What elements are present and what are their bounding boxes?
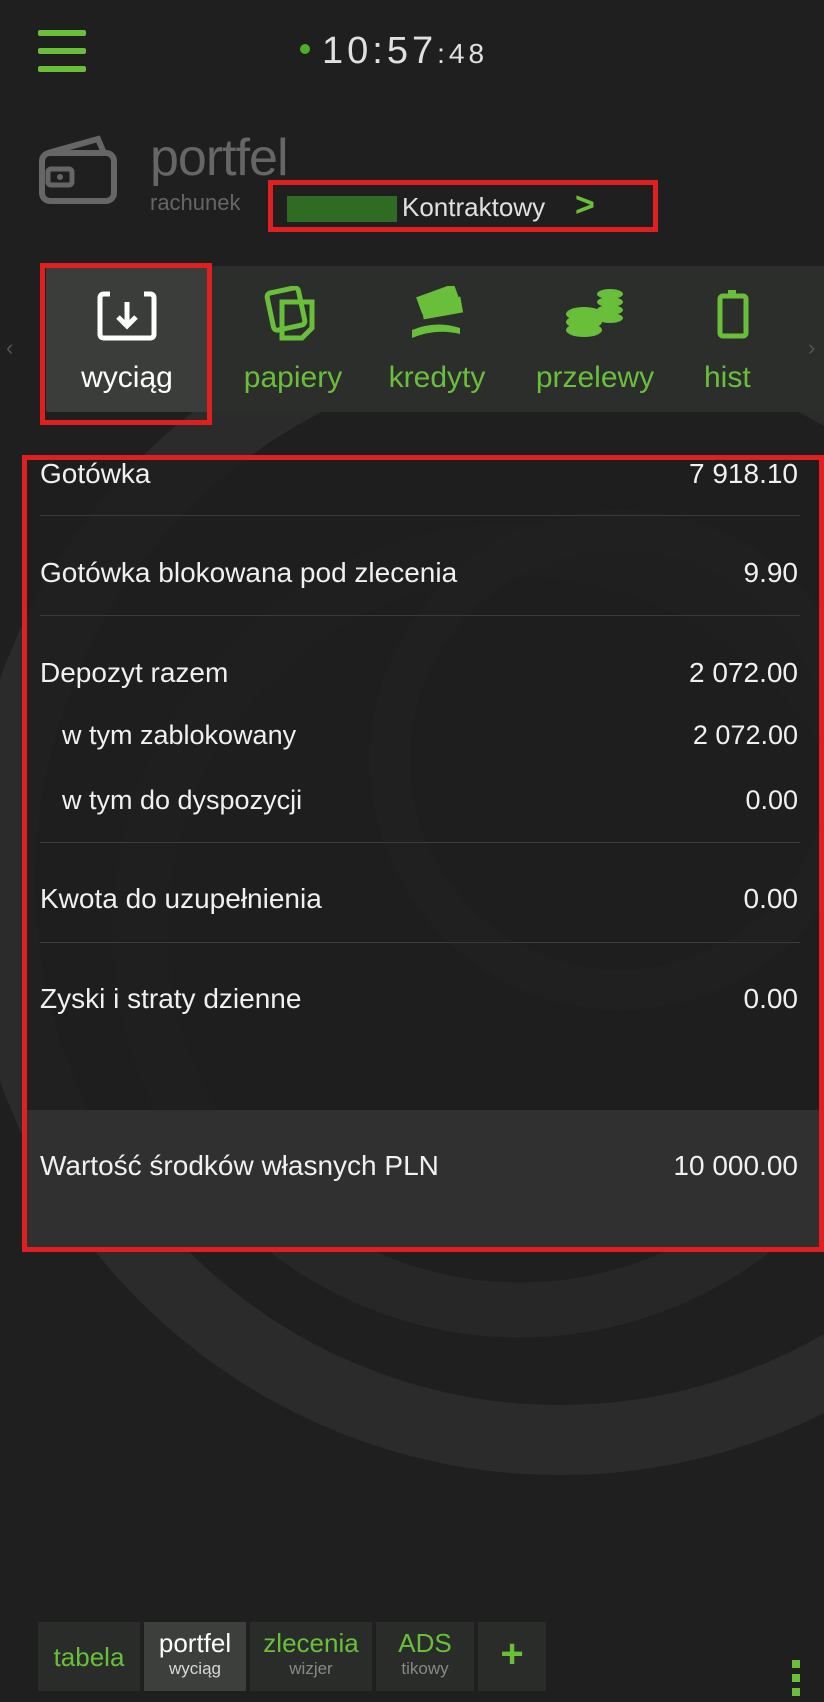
more-options-icon[interactable]	[792, 1660, 800, 1702]
tab-label: hist	[704, 361, 751, 394]
page-title: portfel	[150, 129, 289, 187]
scroll-left-icon[interactable]: ‹	[6, 335, 13, 361]
bottom-tab-sublabel: wizjer	[289, 1659, 333, 1678]
account-selector-highlight	[268, 180, 658, 232]
bottom-tab-zlecenia[interactable]: zlecenia wizjer	[250, 1622, 372, 1691]
account-label: rachunek	[150, 190, 241, 215]
clock-time: 10:57	[322, 30, 438, 72]
bottom-tab-sublabel: wyciąg	[169, 1659, 221, 1678]
connection-status-dot	[300, 43, 310, 54]
bottom-tab-label: zlecenia	[263, 1628, 359, 1658]
wallet-icon	[39, 135, 117, 204]
papers-icon	[264, 286, 315, 341]
hamburger-menu-icon[interactable]	[38, 30, 86, 72]
bottom-tab-label: ADS	[398, 1628, 452, 1658]
bottom-tab-tabela[interactable]: tabela	[38, 1622, 140, 1691]
clock-seconds: :48	[437, 38, 489, 69]
tab-papiery[interactable]: papiery	[212, 266, 374, 412]
tab-label: papiery	[243, 361, 343, 394]
add-tab-button[interactable]: +	[478, 1622, 546, 1691]
clock: 10:57:48	[300, 30, 488, 73]
tab-kredyty[interactable]: kredyty	[356, 266, 518, 412]
tab-historia[interactable]: hist	[674, 266, 824, 412]
bottom-tab-bar: tabela portfel wyciąg zlecenia wizjer AD…	[0, 1600, 824, 1691]
credit-hand-icon	[412, 286, 464, 338]
bottom-tab-portfel[interactable]: portfel wyciąg	[144, 1622, 246, 1691]
bottom-tab-ads[interactable]: ADS tikowy	[376, 1622, 474, 1691]
coins-icon	[566, 289, 623, 337]
history-icon	[717, 290, 749, 339]
bottom-tab-label: portfel	[158, 1628, 232, 1658]
bottom-tab-label: tabela	[53, 1642, 125, 1672]
active-tab-highlight	[40, 263, 212, 425]
bottom-tab-sublabel: tikowy	[401, 1659, 449, 1678]
tab-przelewy[interactable]: przelewy	[514, 266, 676, 412]
tab-label: kredyty	[388, 361, 486, 394]
summary-highlight	[22, 455, 824, 1252]
tab-label: przelewy	[535, 361, 655, 394]
scroll-right-icon[interactable]: ›	[808, 335, 815, 361]
